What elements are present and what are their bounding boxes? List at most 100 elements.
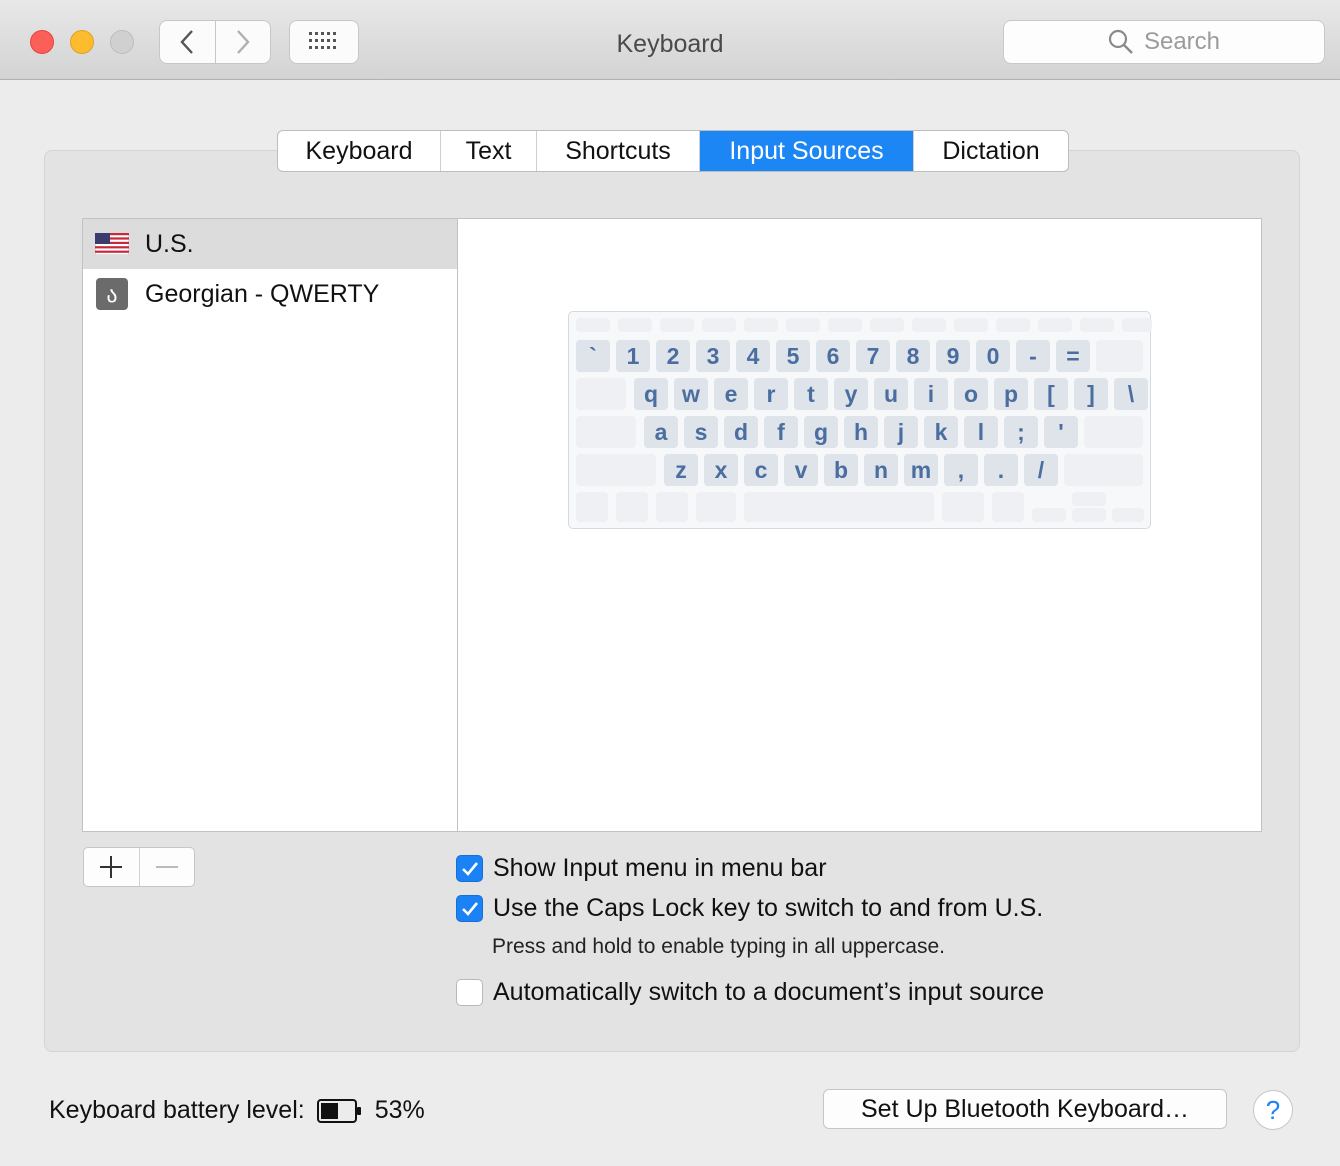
key: 3 [696,340,730,372]
blank-key [786,318,820,332]
svg-text:ა: ა [106,283,117,308]
blank-key [744,318,778,332]
caps-lock-label: Use the Caps Lock key to switch to and f… [493,894,1044,922]
key: . [984,454,1018,486]
show-input-menu-checkbox[interactable] [456,855,483,882]
blank-key [576,416,636,448]
blank-key [1112,508,1144,522]
search-icon [1108,29,1133,54]
auto-switch-label: Automatically switch to a document’s inp… [493,978,1045,1006]
auto-switch-checkbox[interactable] [456,979,483,1006]
key: n [864,454,898,486]
us-flag-icon [95,233,129,255]
key: ] [1074,378,1108,410]
blank-key [870,318,904,332]
key: f [764,416,798,448]
key: a [644,416,678,448]
help-button[interactable]: ? [1253,1090,1293,1130]
blank-key [576,492,608,522]
key: \ [1114,378,1148,410]
key: c [744,454,778,486]
key: z [664,454,698,486]
key: - [1016,340,1050,372]
georgian-letter-icon: ა [96,278,128,310]
key: h [844,416,878,448]
checkmark-icon [461,861,478,876]
tab-dictation[interactable]: Dictation [914,131,1068,171]
blank-key [696,492,736,522]
search-placeholder: Search [1143,28,1221,55]
show-input-menu-option[interactable]: Show Input menu in menu bar [456,854,827,883]
plus-icon [100,856,123,878]
list-edit-buttons [83,847,195,887]
key: r [754,378,788,410]
key: 1 [616,340,650,372]
blank-key [616,492,648,522]
blank-key [660,318,694,332]
blank-key [996,318,1030,332]
tab-shortcuts[interactable]: Shortcuts [537,131,700,171]
key: [ [1034,378,1068,410]
title-bar: Keyboard Search [0,0,1340,80]
add-source-button[interactable] [84,848,139,886]
tab-input-sources[interactable]: Input Sources [700,131,914,171]
key: l [964,416,998,448]
key: ; [1004,416,1038,448]
tab-bar: Keyboard Text Shortcuts Input Sources Di… [277,130,1069,172]
blank-key [576,454,656,486]
key: t [794,378,828,410]
list-item-label: U.S. [145,229,194,258]
key: , [944,454,978,486]
key: d [724,416,758,448]
key: 8 [896,340,930,372]
list-item-label: Georgian - QWERTY [145,279,380,308]
caps-lock-checkbox[interactable] [456,895,483,922]
key: y [834,378,868,410]
blank-key [1032,508,1066,522]
list-item[interactable]: ა Georgian - QWERTY [83,269,457,319]
blank-key [744,492,934,522]
key: ` [576,340,610,372]
blank-key [1122,318,1152,332]
blank-key [656,492,688,522]
tab-text[interactable]: Text [441,131,537,171]
input-sources-list: U.S. ა Georgian - QWERTY [82,218,458,832]
battery-status: Keyboard battery level: 53% [49,1096,425,1125]
battery-icon [316,1098,361,1123]
key: 2 [656,340,690,372]
show-input-menu-label: Show Input menu in menu bar [493,854,827,882]
key: / [1024,454,1058,486]
key: 4 [736,340,770,372]
blank-key [1038,318,1072,332]
blank-key [1084,416,1143,448]
key: 5 [776,340,810,372]
blank-key [1064,454,1143,486]
key: v [784,454,818,486]
battery-value: 53% [374,1096,425,1124]
tab-keyboard[interactable]: Keyboard [278,131,441,171]
remove-source-button[interactable] [138,848,195,886]
caps-lock-option[interactable]: Use the Caps Lock key to switch to and f… [456,894,1043,923]
search-field[interactable]: Search [1003,20,1325,64]
key: 6 [816,340,850,372]
key: e [714,378,748,410]
key: x [704,454,738,486]
key: m [904,454,938,486]
auto-switch-option[interactable]: Automatically switch to a document’s inp… [456,978,1044,1007]
blank-key [1080,318,1114,332]
blank-key [912,318,946,332]
blank-key [942,492,984,522]
setup-bluetooth-keyboard-button[interactable]: Set Up Bluetooth Keyboard… [823,1089,1227,1129]
key: i [914,378,948,410]
list-item[interactable]: U.S. [83,219,457,269]
preferences-window: Keyboard Search Keyboard Text Shortcuts … [0,0,1340,1166]
blank-key [1072,492,1106,506]
blank-key [828,318,862,332]
blank-key [992,492,1024,522]
keyboard-preview-pane: ` 1 2 3 4 5 6 7 8 9 0- = q w e r t y u i o p[] \ a s d f g h j k l; ' z x c… [457,218,1262,832]
key: q [634,378,668,410]
key: p [994,378,1028,410]
blank-key [954,318,988,332]
blank-key [576,378,626,410]
key: 0 [976,340,1010,372]
